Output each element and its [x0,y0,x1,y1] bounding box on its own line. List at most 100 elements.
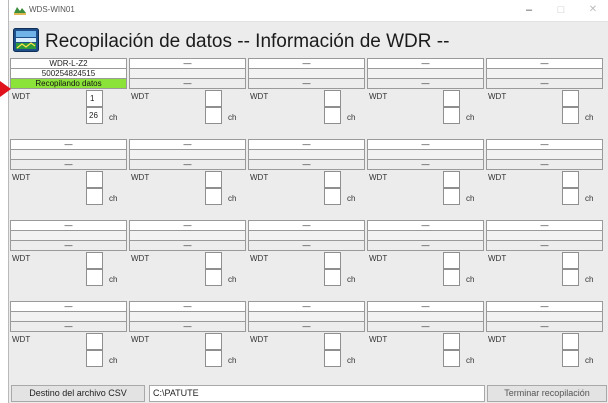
wdt-number-field[interactable] [562,252,579,269]
channel-number-field[interactable] [443,188,460,205]
wdt-label: WDT [12,335,31,344]
channel-number-field[interactable] [562,107,579,124]
channel-number-field[interactable] [205,269,222,286]
channel-label: ch [585,194,594,203]
channel-number-field[interactable] [86,269,103,286]
channel-label: ch [347,356,356,365]
wdt-number-field[interactable] [205,252,222,269]
wdr-status-field: — [129,78,246,89]
pointer-arrow-indicator [0,81,11,97]
wdt-label: WDT [369,254,388,263]
wdr-status-field: — [129,240,246,251]
wdr-status-field: — [486,321,603,332]
wdt-number-field[interactable]: 1 [86,90,103,107]
wdr-unit-panel: — — WDT ch [10,139,127,222]
wdr-status-field: — [248,321,365,332]
close-button[interactable]: ✕ [578,2,608,20]
wdr-unit-panel: — — WDT ch [248,301,365,384]
wdr-unit-panel: WDR-L-Z2 500254824515 Recopilando datos WDT… [10,58,127,141]
wdr-status-field: — [129,321,246,332]
channel-number-field[interactable] [324,188,341,205]
wdr-unit-panel: — — WDT ch [486,301,603,384]
channel-number-field[interactable] [205,350,222,367]
channel-number-field[interactable] [562,269,579,286]
wdr-status-field: — [367,321,484,332]
wdt-number-field[interactable] [562,333,579,350]
csv-path-field[interactable]: C:\PATUTE [149,385,485,402]
wdt-label: WDT [12,92,31,101]
channel-label: ch [466,275,475,284]
wdt-number-field[interactable] [205,90,222,107]
channel-label: ch [228,275,237,284]
wdt-number-field[interactable] [205,333,222,350]
wdt-number-field[interactable] [86,333,103,350]
window-title: WDS-WIN01 [29,5,75,14]
wdt-number-field[interactable] [562,90,579,107]
channel-label: ch [347,194,356,203]
wdr-status-field: — [248,78,365,89]
wdt-number-field[interactable] [324,171,341,188]
maximize-button[interactable]: □ [546,2,576,20]
channel-label: ch [228,113,237,122]
wdr-unit-panel: — — WDT ch [10,301,127,384]
data-collection-icon [13,28,39,52]
wdt-label: WDT [369,173,388,182]
channel-number-field[interactable] [324,350,341,367]
wdt-number-field[interactable] [443,90,460,107]
wdr-unit-panel: — — WDT ch [10,220,127,303]
wdr-status-field: — [248,240,365,251]
wdr-unit-panel: — — WDT ch [486,58,603,141]
wdt-number-field[interactable] [443,252,460,269]
channel-number-field[interactable] [562,188,579,205]
wdt-number-field[interactable] [324,252,341,269]
channel-number-field[interactable] [205,107,222,124]
wdr-unit-panel: — — WDT ch [129,301,246,384]
channel-number-field[interactable]: 26 [86,107,103,124]
wdt-number-field[interactable] [562,171,579,188]
wdt-label: WDT [131,254,150,263]
wdr-unit-panel: — — WDT ch [248,139,365,222]
end-collection-button[interactable]: Terminar recopilación [487,385,607,402]
wdt-label: WDT [369,92,388,101]
wdt-number-field[interactable] [86,171,103,188]
channel-label: ch [109,275,118,284]
channel-number-field[interactable] [86,350,103,367]
wdr-status-field: Recopilando datos [10,78,127,89]
page-title: Recopilación de datos -- Información de … [45,31,450,52]
footer-bar: Destino del archivo CSV C:\PATUTE Termin… [9,384,608,403]
app-window: WDS-WIN01 – □ ✕ Recopilación de datos --… [8,0,608,403]
wdr-status-field: — [486,240,603,251]
channel-label: ch [585,113,594,122]
wdt-number-field[interactable] [443,171,460,188]
channel-label: ch [466,113,475,122]
wdt-number-field[interactable] [324,333,341,350]
channel-number-field[interactable] [324,107,341,124]
channel-number-field[interactable] [562,350,579,367]
wdt-label: WDT [250,254,269,263]
wdr-status-field: — [10,240,127,251]
wdr-unit-panel: — — WDT ch [129,58,246,141]
wdt-number-field[interactable] [324,90,341,107]
wdr-unit-panel: — — WDT ch [367,301,484,384]
channel-label: ch [347,275,356,284]
wdr-status-field: — [10,321,127,332]
wdr-unit-panel: — — WDT ch [248,58,365,141]
wdt-number-field[interactable] [443,333,460,350]
wdr-unit-panel: — — WDT ch [486,139,603,222]
wdr-unit-panel: — — WDT ch [367,139,484,222]
channel-number-field[interactable] [443,107,460,124]
channel-number-field[interactable] [86,188,103,205]
minimize-button[interactable]: – [514,2,544,20]
wdr-status-field: — [129,159,246,170]
wdt-label: WDT [488,92,507,101]
wdr-status-field: — [367,159,484,170]
wdt-number-field[interactable] [205,171,222,188]
channel-number-field[interactable] [443,350,460,367]
wdt-number-field[interactable] [86,252,103,269]
wdt-label: WDT [250,173,269,182]
channel-number-field[interactable] [205,188,222,205]
channel-number-field[interactable] [443,269,460,286]
channel-number-field[interactable] [324,269,341,286]
app-icon [13,4,27,16]
csv-destination-button[interactable]: Destino del archivo CSV [11,385,145,402]
